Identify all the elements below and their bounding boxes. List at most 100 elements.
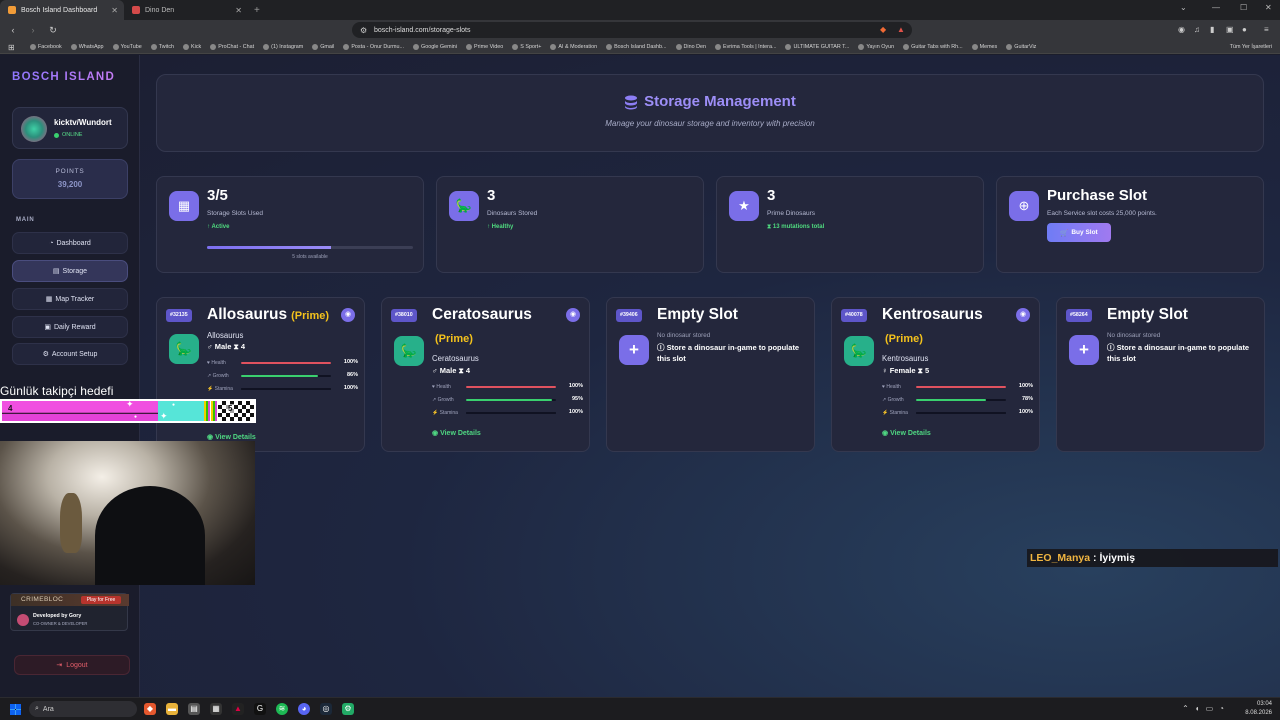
stat-fill: [916, 412, 1006, 414]
app-icon[interactable]: ▦: [210, 703, 222, 715]
view-details-link[interactable]: ◉ View Details: [432, 429, 481, 437]
stat-status: ↑ Healthy: [487, 224, 513, 230]
bookmark-item[interactable]: Gmail: [312, 43, 334, 50]
sidebar-toggle-icon[interactable]: ▮: [1210, 25, 1214, 34]
bookmark-label: GuitarViz: [1014, 43, 1037, 50]
add-slot-icon[interactable]: +: [1069, 335, 1099, 365]
system-tray-icons[interactable]: ⌃◖▭◔: [1182, 704, 1230, 713]
empty-slot-message-text: Store a dinosaur in-game to populate thi…: [657, 343, 800, 363]
file-explorer-icon[interactable]: ▬: [166, 703, 178, 715]
amd-icon[interactable]: ▲: [232, 703, 244, 715]
other-bookmarks[interactable]: Tüm Yer İşaretleri: [1230, 44, 1272, 50]
slot-species: Ceratosaurus: [432, 354, 479, 363]
bookmark-item[interactable]: YouTube: [112, 43, 142, 50]
browser-tab-dashboard[interactable]: Bosch Island Dashboard ✕: [0, 0, 124, 20]
nav-map-tracker[interactable]: ▦ Map Tracker: [12, 288, 128, 310]
vpn-icon[interactable]: ⚙: [342, 703, 354, 715]
brave-rewards-icon[interactable]: ▲: [897, 25, 905, 34]
stat-name: Stamina: [889, 410, 908, 416]
bookmark-item[interactable]: WhatsApp: [70, 43, 104, 50]
bookmark-item[interactable]: Memes: [971, 43, 997, 50]
stat-name: Stamina: [439, 410, 458, 416]
nav-storage[interactable]: ▤ Storage: [12, 260, 128, 282]
bookmark-item[interactable]: (1) Instagram: [263, 43, 303, 50]
spotify-icon[interactable]: ≋: [276, 703, 288, 715]
bookmark-item[interactable]: Google Gemini: [413, 43, 457, 50]
nav-dashboard[interactable]: ◔ Dashboard: [12, 232, 128, 254]
prime-tag: (Prime): [885, 333, 923, 345]
notepad-icon[interactable]: ▤: [188, 703, 200, 715]
bookmark-item[interactable]: Posta - Onur Durmu...: [343, 43, 404, 50]
eye-icon[interactable]: ◉: [341, 308, 355, 322]
close-window-icon[interactable]: ✕: [1265, 3, 1272, 12]
bookmark-favicon-icon: [30, 43, 36, 50]
bookmark-item[interactable]: Twitch: [150, 43, 174, 50]
stat-card-stored: 🦕 3 Dinosaurs Stored ↑ Healthy: [436, 176, 704, 273]
back-icon[interactable]: ‹: [6, 25, 20, 35]
brave-shield-icon[interactable]: ◆: [880, 25, 886, 34]
slot-id-badge: #38010: [391, 309, 417, 322]
discord-icon[interactable]: ◕: [298, 703, 310, 715]
menu-icon[interactable]: ≡: [1264, 25, 1269, 34]
stat-row-growth: ↗ Growth 95%: [432, 396, 583, 404]
view-details-link[interactable]: ◉ View Details: [882, 429, 931, 437]
bookmark-label: Prime Video: [474, 43, 504, 50]
reload-icon[interactable]: ↻: [46, 25, 60, 36]
bookmark-item[interactable]: GuitarViz: [1006, 43, 1037, 50]
add-slot-icon[interactable]: +: [619, 335, 649, 365]
logout-label: Logout: [66, 661, 88, 669]
bookmark-item[interactable]: Bosch Island Dashb...: [606, 43, 667, 50]
url-field[interactable]: ⚙ bosch-island.com/storage-slots ◆ ▲: [352, 22, 912, 38]
bookmark-item[interactable]: Kick: [183, 43, 201, 50]
close-tab-icon[interactable]: ✕: [111, 6, 118, 15]
minimize-icon[interactable]: —: [1212, 3, 1220, 12]
extension-icon[interactable]: ◉: [1178, 25, 1185, 34]
plus-circle-icon: ⊕: [1009, 191, 1039, 221]
taskbar-search[interactable]: ⌕ Ara: [29, 701, 137, 717]
promo-card[interactable]: CRIMEBLOC Play for Free Developed by Gor…: [10, 593, 129, 631]
bookmark-item[interactable]: Evrima Tools | Intera...: [715, 43, 776, 50]
windows-start-icon[interactable]: [10, 704, 21, 715]
apps-grid-icon[interactable]: ⊞: [8, 43, 15, 52]
system-clock[interactable]: 03:04 8.08.2026: [1245, 700, 1272, 718]
buy-slot-button[interactable]: 🛒 Buy Slot: [1047, 223, 1111, 242]
forward-icon[interactable]: ›: [26, 25, 40, 35]
eye-icon[interactable]: ◉: [1016, 308, 1030, 322]
page-title-text: Storage Management: [644, 93, 796, 110]
purchase-title: Purchase Slot: [1047, 187, 1148, 204]
tab-search-icon[interactable]: ⌄: [1180, 3, 1187, 12]
profile-icon[interactable]: ●: [1242, 25, 1247, 34]
bookmark-label: Yayın Oyun: [866, 43, 895, 50]
nav-daily-reward[interactable]: ▣ Daily Reward: [12, 316, 128, 338]
empty-slot-message: ⓘ Store a dinosaur in-game to populate t…: [1107, 342, 1257, 364]
bookmark-item[interactable]: Facebook: [30, 43, 62, 50]
epic-games-icon[interactable]: G: [254, 703, 266, 715]
taskbar-search-text: Ara: [42, 705, 54, 713]
browser-tab-dino-den[interactable]: Dino Den ✕: [124, 0, 248, 20]
bookmark-item[interactable]: ULTIMATE GUITAR T...: [785, 43, 849, 50]
bookmark-item[interactable]: ProChat - Chat: [210, 43, 254, 50]
brave-browser-icon[interactable]: ◆: [144, 703, 156, 715]
bookmark-item[interactable]: Guitar Tabs with Rh...: [903, 43, 963, 50]
bookmark-item[interactable]: Yayın Oyun: [858, 43, 895, 50]
bookmark-item[interactable]: Prime Video: [466, 43, 504, 50]
bookmark-item[interactable]: Dino Den: [675, 43, 706, 50]
logout-button[interactable]: ⇥ Logout: [14, 655, 130, 675]
close-tab-icon[interactable]: ✕: [235, 6, 242, 15]
new-tab-button[interactable]: +: [254, 5, 260, 16]
male-icon: ♂: [207, 342, 215, 351]
database-icon: [624, 93, 638, 110]
page-subtitle: Manage your dinosaur storage and invento…: [605, 119, 815, 128]
wallet-icon[interactable]: ▣: [1226, 25, 1234, 34]
maximize-icon[interactable]: ☐: [1240, 3, 1247, 12]
nav-account-setup[interactable]: ⚙ Account Setup: [12, 343, 128, 365]
promo-play-button[interactable]: Play for Free: [81, 596, 121, 604]
site-info-icon[interactable]: ⚙: [360, 26, 367, 35]
app-logo[interactable]: BOSCH ISLAND: [12, 71, 115, 83]
bookmark-item[interactable]: S Sport+: [512, 43, 541, 50]
eye-icon[interactable]: ◉: [566, 308, 580, 322]
bookmark-item[interactable]: AI & Moderation: [550, 43, 597, 50]
dna-icon: ⧗: [231, 342, 241, 351]
steam-icon[interactable]: ◎: [320, 703, 332, 715]
music-icon[interactable]: ♫: [1194, 25, 1200, 34]
